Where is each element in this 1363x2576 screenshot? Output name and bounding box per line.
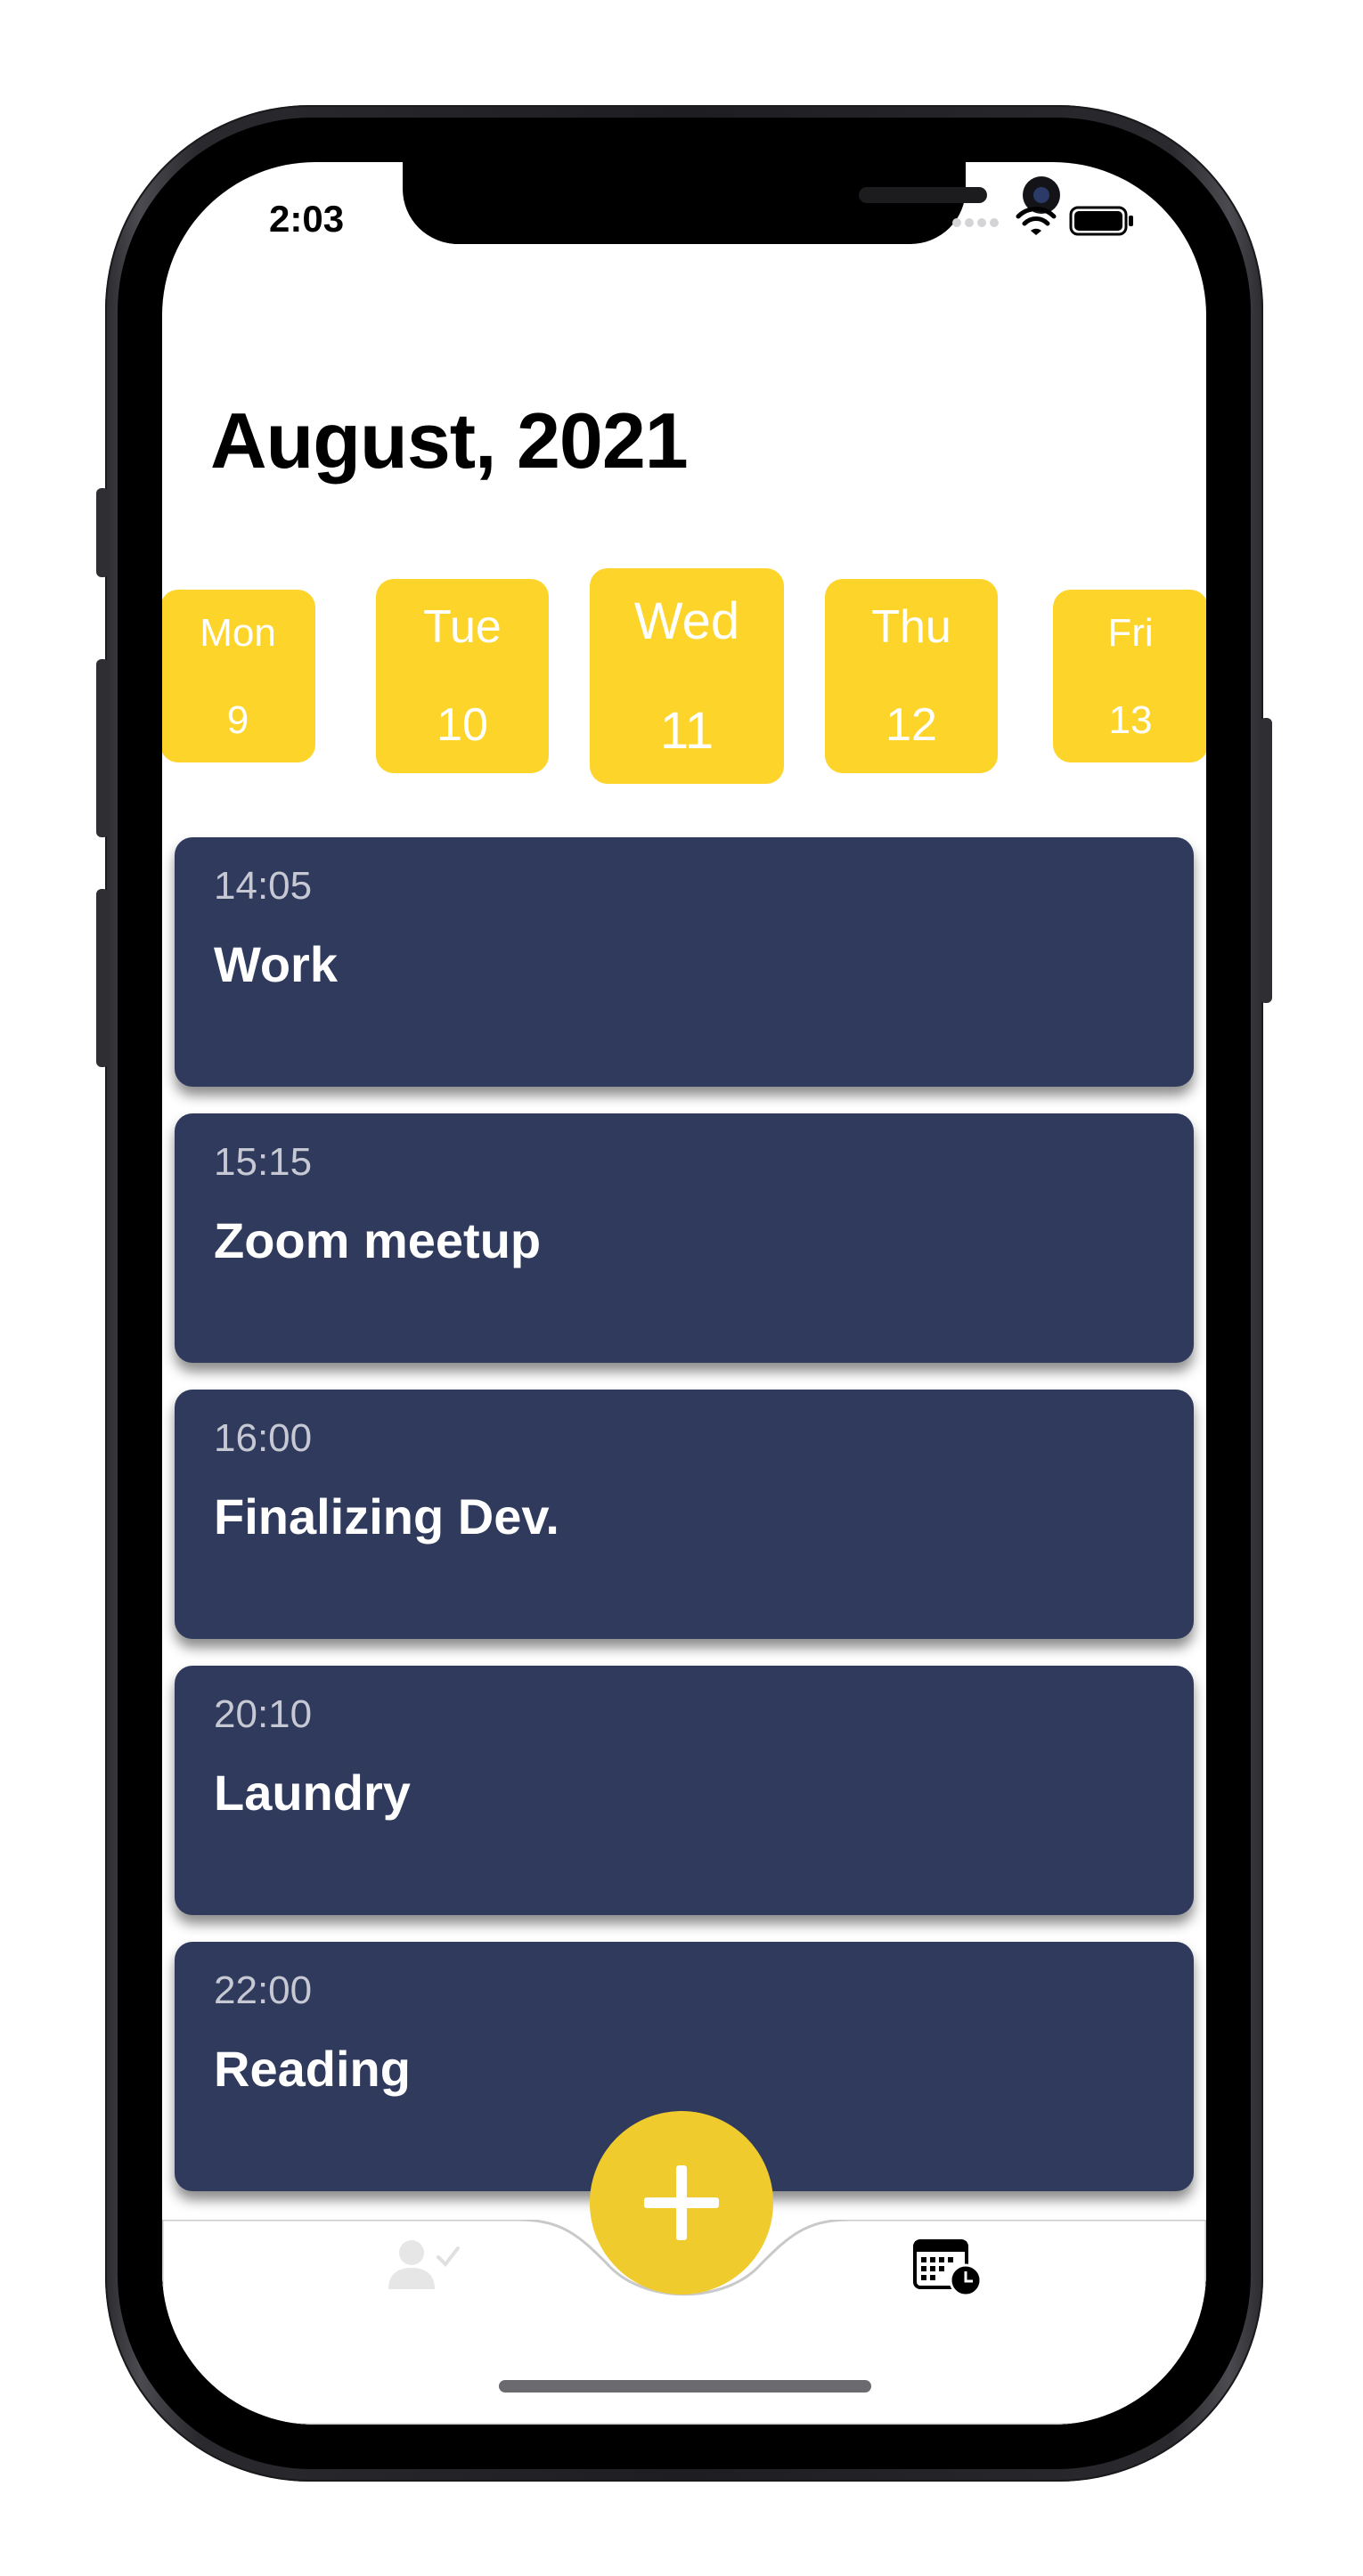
task-card[interactable]: 20:10 Laundry — [175, 1666, 1194, 1915]
tab-person-check-icon[interactable] — [387, 2238, 461, 2293]
task-title: Zoom meetup — [214, 1212, 542, 1268]
task-title: Work — [214, 936, 338, 992]
month-title: August, 2021 — [210, 396, 689, 485]
task-time: 22:00 — [214, 1969, 313, 2012]
day-name: Tue — [423, 601, 502, 653]
task-title: Laundry — [214, 1765, 411, 1821]
status-time: 2:03 — [269, 198, 345, 240]
home-indicator[interactable] — [499, 2380, 871, 2393]
task-card[interactable]: 15:15 Zoom meetup — [175, 1113, 1194, 1363]
signal-icon — [952, 218, 999, 227]
power-button — [1260, 718, 1272, 1003]
volume-up-button — [96, 659, 109, 837]
task-title: Reading — [214, 2041, 411, 2097]
tab-calendar-clock-icon[interactable] — [912, 2236, 983, 2298]
day-card-mon[interactable]: Mon 9 — [162, 590, 315, 762]
notch — [403, 162, 1060, 244]
day-name: Wed — [633, 592, 740, 650]
day-card-fri[interactable]: Fri 13 — [1053, 590, 1206, 762]
day-name: Thu — [871, 601, 951, 653]
mute-switch — [96, 488, 109, 577]
phone-screen: 2:03 August, 2021 Mon 9 Tue 10 Wed 11 Th… — [162, 162, 1206, 2425]
battery-icon — [1069, 206, 1133, 236]
task-card[interactable]: 16:00 Finalizing Dev. — [175, 1390, 1194, 1639]
day-date: 9 — [226, 698, 249, 742]
wifi-icon — [1016, 207, 1057, 235]
task-time: 14:05 — [214, 864, 313, 908]
day-card-wed[interactable]: Wed 11 — [590, 568, 784, 784]
plus-icon — [644, 2165, 719, 2240]
day-name: Fri — [1107, 611, 1154, 655]
day-date: 13 — [1108, 698, 1153, 742]
add-task-button[interactable] — [590, 2111, 773, 2295]
task-time: 16:00 — [214, 1416, 313, 1460]
task-time: 20:10 — [214, 1692, 313, 1736]
task-title: Finalizing Dev. — [214, 1488, 559, 1545]
status-icons — [951, 205, 1135, 237]
day-date: 12 — [886, 699, 937, 751]
volume-down-button — [96, 889, 109, 1067]
task-card[interactable]: 14:05 Work — [175, 837, 1194, 1087]
speaker-grille — [859, 187, 987, 203]
day-date: 10 — [437, 699, 488, 751]
day-card-thu[interactable]: Thu 12 — [825, 579, 998, 773]
day-date: 11 — [659, 702, 714, 760]
day-card-tue[interactable]: Tue 10 — [376, 579, 549, 773]
day-name: Mon — [200, 611, 276, 655]
task-time: 15:15 — [214, 1140, 313, 1184]
